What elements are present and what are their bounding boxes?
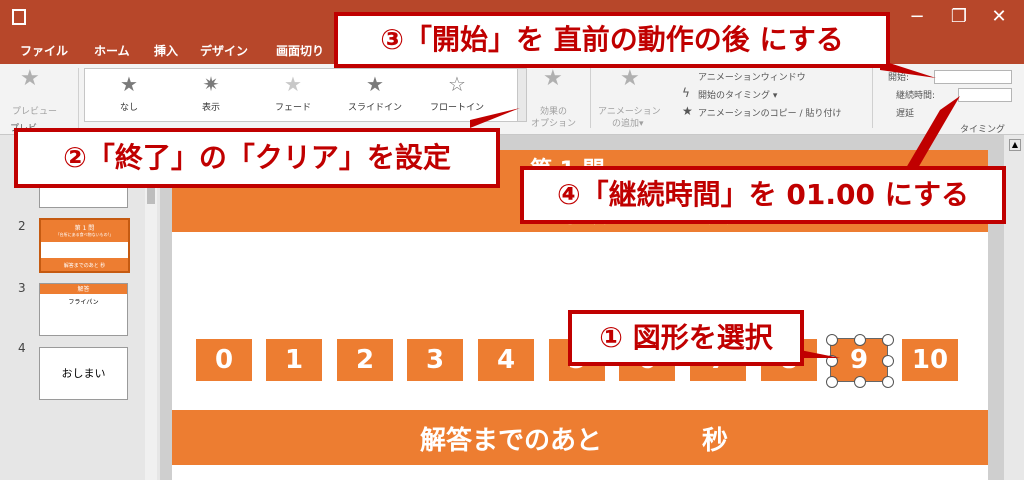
callout-step-2: ②「終了」の「クリア」を設定 [14,128,500,188]
callout-step-1: ① 図形を選択 [568,310,804,366]
callout-step-4: ④「継続時間」を 01.00 にする [520,166,1006,224]
callout-pointers [470,60,960,358]
callout-step-3: ③「開始」を 直前の動作の後 にする [334,12,890,68]
